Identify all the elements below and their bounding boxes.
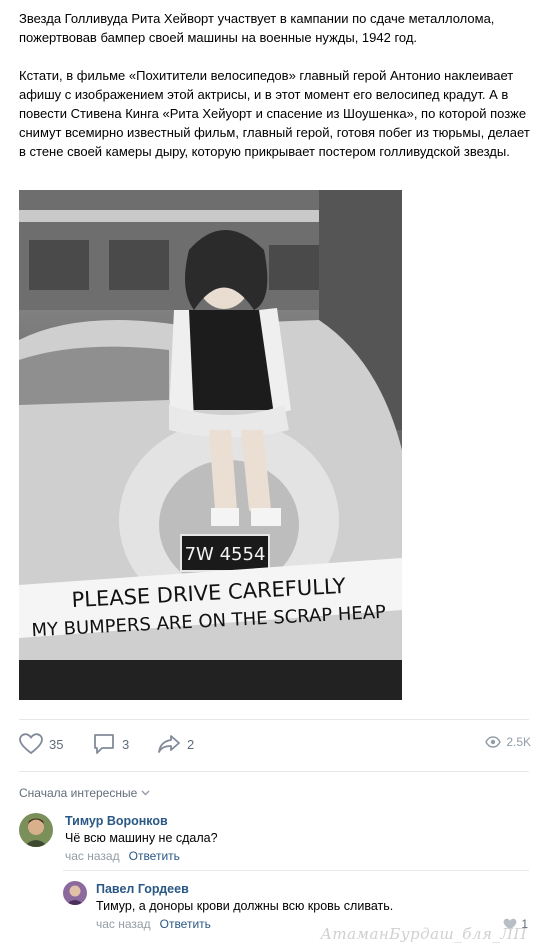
comment: Тимур Воронков Чё всю машину не сдала? ч… (19, 813, 218, 865)
share-button[interactable]: 2 (157, 733, 194, 755)
comment-meta: час назад Ответить (65, 847, 218, 865)
divider (19, 771, 529, 772)
sort-label: Сначала интересные (19, 786, 138, 800)
heart-icon (19, 733, 43, 755)
comment-body: Тимур Воронков Чё всю машину не сдала? ч… (65, 813, 218, 865)
avatar[interactable] (19, 813, 53, 847)
like-button[interactable]: 35 (19, 733, 63, 755)
views-counter: 2.5K (485, 735, 531, 749)
comment-time[interactable]: час назад (65, 849, 120, 863)
divider (63, 870, 529, 871)
eye-icon (485, 736, 502, 748)
post-photo[interactable]: 7W 4554 PLEASE DRIVE CAREFULLY MY BUMPER… (19, 190, 402, 700)
license-plate: 7W 4554 (185, 544, 266, 565)
comment-count: 3 (122, 736, 130, 752)
reply-button[interactable]: Ответить (129, 849, 180, 863)
post-actions: 35 3 2 2.5K (19, 733, 531, 759)
watermark: АтаманБурдаш_бля_ЛП (320, 925, 527, 943)
comment-author[interactable]: Тимур Воронков (65, 813, 218, 829)
like-count: 35 (49, 736, 64, 752)
post-paragraph-1: Звезда Голливуда Рита Хейворт участвует … (19, 11, 495, 45)
share-icon (158, 735, 180, 753)
comment-icon (94, 734, 114, 754)
share-count: 2 (187, 736, 195, 752)
comment-text: Тимур, а доноры крови должны всю кровь с… (96, 899, 394, 913)
post-paragraph-2: Кстати, в фильме «Похитители велосипедов… (19, 68, 530, 159)
comment-text: Чё всю машину не сдала? (65, 831, 218, 845)
comments-sort-dropdown[interactable]: Сначала интересные (19, 786, 150, 800)
post-text: Звезда Голливуда Рита Хейворт участвует … (19, 9, 531, 161)
chevron-down-icon (141, 790, 150, 796)
divider (19, 719, 529, 720)
reply-button[interactable]: Ответить (160, 917, 211, 931)
avatar[interactable] (63, 881, 87, 905)
comment-time[interactable]: час назад (96, 917, 151, 931)
comment-button[interactable]: 3 (92, 733, 129, 755)
comment-author[interactable]: Павел Гордеев (96, 881, 393, 897)
views-count: 2.5K (506, 735, 531, 749)
